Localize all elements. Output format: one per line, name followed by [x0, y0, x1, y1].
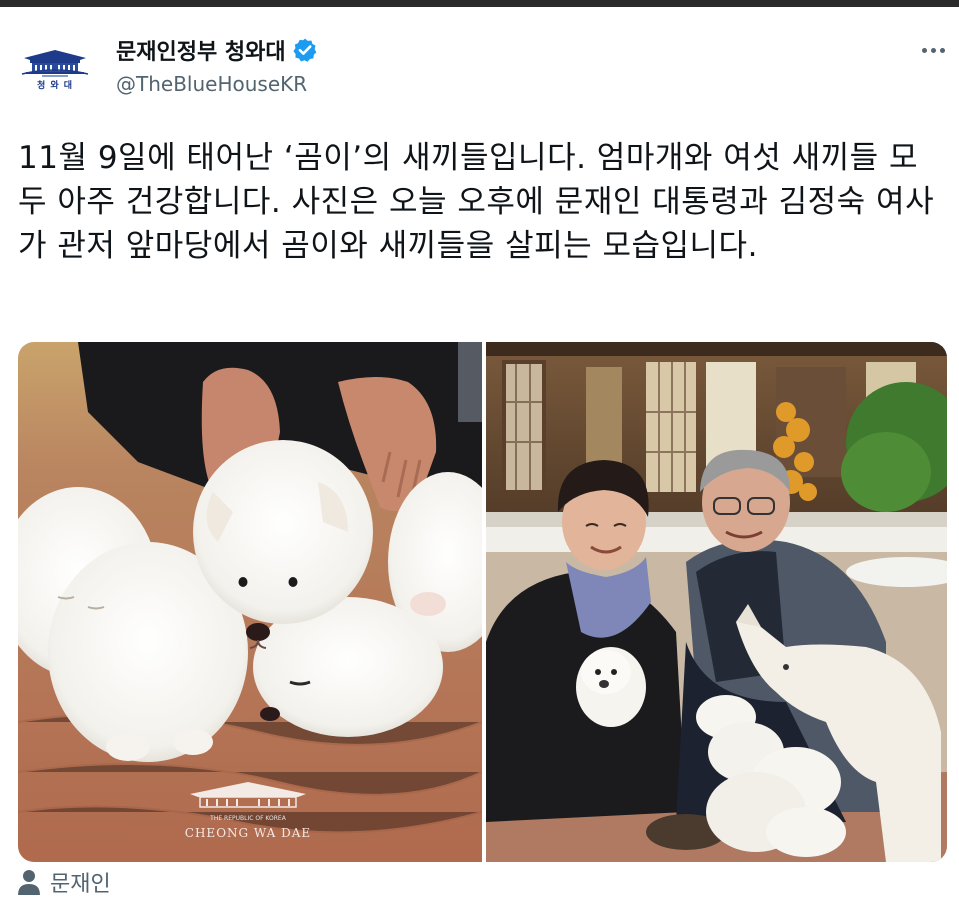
top-status-bar: [0, 0, 959, 7]
avatar-caption: 청 와 대: [36, 81, 74, 91]
tweet-text: 11월 9일에 태어난 ‘곰이’의 새끼들입니다. 엄마개와 여섯 새끼들 모두…: [18, 140, 935, 264]
photo-puppies[interactable]: THE REPUBLIC OF KOREA CHEONG WA DAE: [18, 342, 482, 862]
more-dot: [939, 47, 945, 53]
verified-badge-icon: [293, 38, 316, 62]
tagged-person[interactable]: 문재인: [18, 866, 111, 898]
photo-president-with-dogs[interactable]: [486, 342, 947, 862]
account-handle[interactable]: @TheBlueHouseKR: [116, 72, 307, 96]
watermark-text: CHEONG WA DAE: [185, 826, 311, 840]
president-dogs-photo-image: [486, 342, 947, 862]
avatar[interactable]: 청 와 대: [18, 44, 92, 96]
display-name[interactable]: 문재인정부 청와대: [116, 34, 286, 66]
display-name-row[interactable]: 문재인정부 청와대: [116, 34, 318, 66]
puppies-photo-image: THE REPUBLIC OF KOREA CHEONG WA DAE: [18, 342, 482, 862]
person-icon: [18, 870, 40, 895]
more-dots-icon: [921, 47, 927, 53]
tagged-person-name[interactable]: 문재인: [50, 866, 111, 898]
more-dot: [930, 47, 936, 53]
watermark-small-text: THE REPUBLIC OF KOREA: [209, 815, 287, 822]
more-options-button[interactable]: [918, 40, 948, 60]
